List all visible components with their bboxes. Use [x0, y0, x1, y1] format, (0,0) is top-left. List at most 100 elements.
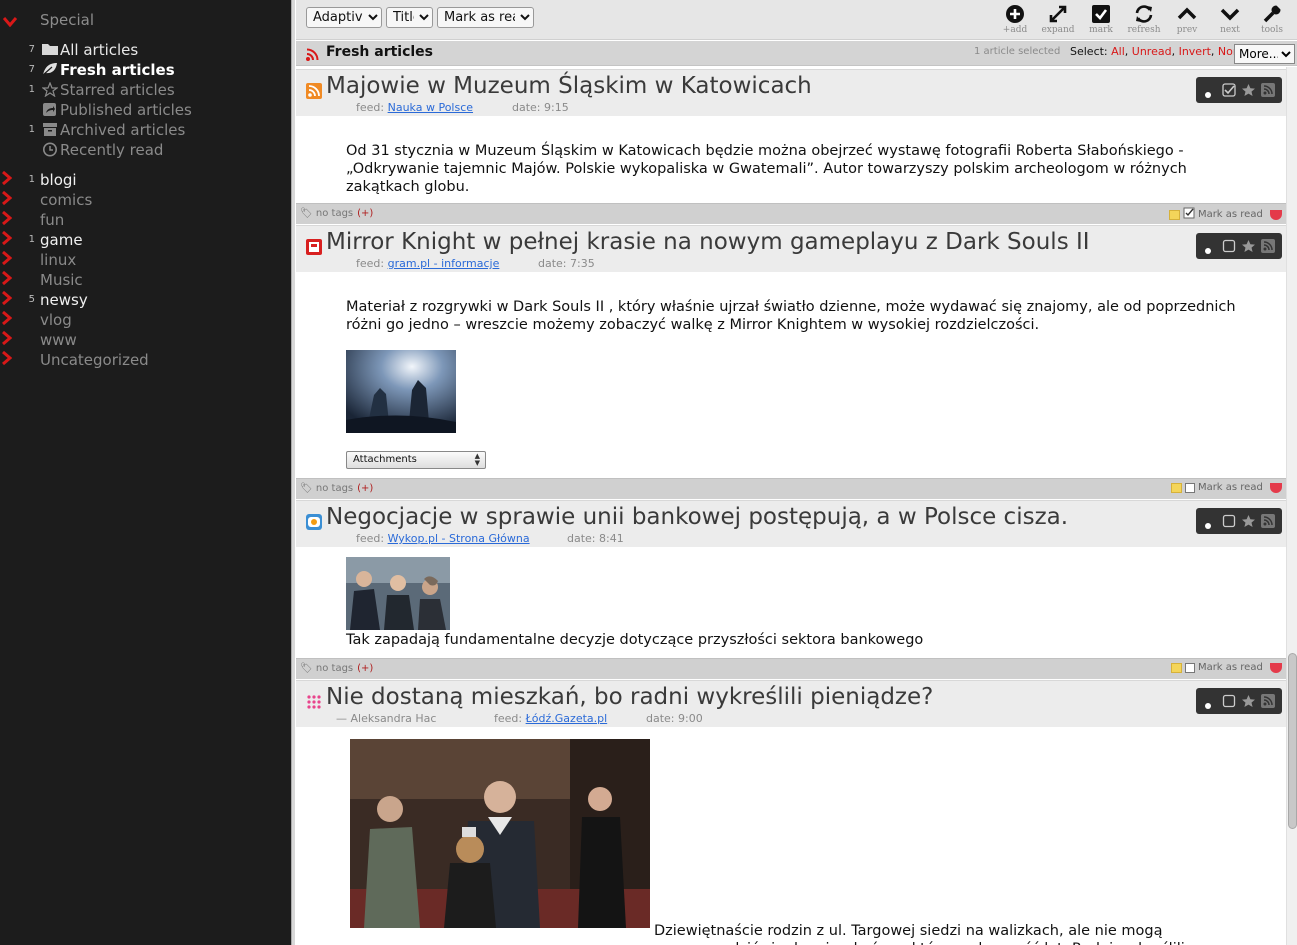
- star-icon[interactable]: [1241, 82, 1256, 101]
- category-fun[interactable]: fun: [0, 210, 291, 231]
- sidebar-item-starred-articles[interactable]: 1 Starred articles: [0, 81, 291, 101]
- dot-icon[interactable]: [1204, 695, 1212, 714]
- prev-button[interactable]: prev: [1167, 4, 1207, 38]
- article[interactable]: Mirror Knight w pełnej krasie na nowym g…: [296, 225, 1286, 500]
- attachments-select[interactable]: Attachments ▲ ▼: [346, 451, 486, 469]
- note-icon[interactable]: [1170, 482, 1182, 493]
- category-www[interactable]: www: [0, 330, 291, 351]
- clock-icon: [42, 142, 58, 158]
- articles-scrollbar[interactable]: [1286, 67, 1297, 945]
- category-newsy[interactable]: 5 newsy: [0, 290, 291, 311]
- tools-caption: tools: [1261, 25, 1283, 35]
- star-icon[interactable]: [1241, 513, 1256, 532]
- chevron-down-icon[interactable]: [2, 13, 18, 31]
- chevron-right-icon[interactable]: [2, 270, 13, 289]
- article-image[interactable]: [346, 350, 456, 433]
- select-all-link[interactable]: All: [1111, 45, 1125, 58]
- category-music[interactable]: Music: [0, 270, 291, 291]
- share-icon[interactable]: [1261, 513, 1275, 532]
- scrollbar-thumb[interactable]: [1288, 653, 1297, 829]
- mark-as-read-link[interactable]: Mark as read: [1198, 209, 1263, 220]
- pocket-icon[interactable]: [1270, 662, 1282, 673]
- view-mode-select[interactable]: Adaptive: [306, 7, 382, 28]
- share-icon[interactable]: [1261, 238, 1275, 257]
- mark-as-read-link[interactable]: Mark as read: [1198, 662, 1263, 673]
- article-title[interactable]: Majowie w Muzeum Śląskim w Katowicach: [326, 73, 812, 99]
- sidebar-item-archived-articles[interactable]: 1 Archived articles: [0, 121, 291, 141]
- dot-icon[interactable]: [1204, 515, 1212, 534]
- sidebar-item-recently-read[interactable]: Recently read: [0, 141, 291, 161]
- share-icon[interactable]: [1261, 82, 1275, 101]
- feed-link[interactable]: Łódź.Gazeta.pl: [526, 712, 608, 725]
- chevron-right-icon[interactable]: [2, 250, 13, 269]
- add-tag-link[interactable]: (+): [357, 663, 373, 674]
- article-title[interactable]: Nie dostaną mieszkań, bo radni wykreślil…: [326, 684, 933, 710]
- category-comics[interactable]: comics: [0, 190, 291, 211]
- sidebar-item-all-articles[interactable]: 7 All articles: [0, 41, 291, 61]
- add-tag-link[interactable]: (+): [357, 483, 373, 494]
- add-tag-link[interactable]: (+): [357, 208, 373, 219]
- article[interactable]: Majowie w Muzeum Śląskim w Katowicach fe…: [296, 69, 1286, 226]
- checkbox-icon[interactable]: [1222, 513, 1236, 532]
- checkbox-checked-icon[interactable]: [1183, 207, 1195, 222]
- dot-icon[interactable]: [1204, 84, 1212, 103]
- category-game[interactable]: 1 game: [0, 230, 291, 251]
- refresh-button[interactable]: refresh: [1124, 4, 1164, 38]
- article-title[interactable]: Negocjacje w sprawie unii bankowej postę…: [326, 504, 1068, 530]
- pocket-icon[interactable]: [1270, 209, 1282, 220]
- article[interactable]: Negocjacje w sprawie unii bankowej postę…: [296, 500, 1286, 680]
- checkbox-icon[interactable]: [1222, 238, 1236, 257]
- sidebar-item-published-articles[interactable]: Published articles: [0, 101, 291, 121]
- feed-link[interactable]: gram.pl - informacje: [388, 257, 500, 270]
- sidebar-item-fresh-articles[interactable]: 7 Fresh articles: [0, 61, 291, 81]
- article-content: Tak zapadają fundamentalne decyzje dotyc…: [346, 632, 924, 648]
- article-header[interactable]: Mirror Knight w pełnej krasie na nowym g…: [296, 225, 1286, 272]
- order-by-select[interactable]: Title: [386, 7, 433, 28]
- star-icon[interactable]: [1241, 693, 1256, 712]
- category-uncategorized[interactable]: Uncategorized: [0, 350, 291, 371]
- pocket-icon[interactable]: [1270, 482, 1282, 493]
- checkbox-icon[interactable]: [1184, 662, 1195, 673]
- checkbox-icon[interactable]: [1184, 482, 1195, 493]
- article-image[interactable]: [346, 557, 450, 630]
- share-icon[interactable]: [1261, 693, 1275, 712]
- chevron-right-icon[interactable]: [2, 210, 13, 229]
- chevron-right-icon[interactable]: [2, 330, 13, 349]
- article-title[interactable]: Mirror Knight w pełnej krasie na nowym g…: [326, 229, 1090, 255]
- expand-button[interactable]: expand: [1038, 4, 1078, 38]
- checkbox-icon[interactable]: [1222, 693, 1236, 712]
- articles-pane[interactable]: Majowie w Muzeum Śląskim w Katowicach fe…: [296, 67, 1286, 945]
- select-unread-link[interactable]: Unread: [1132, 45, 1172, 58]
- chevron-right-icon[interactable]: [2, 310, 13, 329]
- article[interactable]: Nie dostaną mieszkań, bo radni wykreślil…: [296, 680, 1286, 945]
- mark-button[interactable]: mark: [1081, 4, 1121, 38]
- category-blogi[interactable]: 1 blogi: [0, 170, 291, 191]
- more-select[interactable]: More...: [1234, 44, 1295, 64]
- mark-as-read-link[interactable]: Mark as read: [1198, 482, 1263, 493]
- article-header[interactable]: Negocjacje w sprawie unii bankowej postę…: [296, 500, 1286, 547]
- article-header[interactable]: Nie dostaną mieszkań, bo radni wykreślil…: [296, 680, 1286, 727]
- note-icon[interactable]: [1168, 209, 1180, 220]
- checkbox-checked-icon[interactable]: [1222, 82, 1236, 101]
- pane-splitter[interactable]: [291, 0, 295, 945]
- chevron-right-icon[interactable]: [2, 290, 13, 309]
- add-button[interactable]: +add: [995, 4, 1035, 38]
- special-category[interactable]: Special: [0, 10, 291, 32]
- chevron-right-icon[interactable]: [2, 230, 13, 249]
- chevron-right-icon[interactable]: [2, 350, 13, 369]
- select-invert-link[interactable]: Invert: [1179, 45, 1211, 58]
- category-linux[interactable]: linux: [0, 250, 291, 271]
- article-header[interactable]: Majowie w Muzeum Śląskim w Katowicach fe…: [296, 69, 1286, 116]
- feed-link[interactable]: Wykop.pl - Strona Główna: [388, 532, 530, 545]
- dot-icon[interactable]: [1204, 240, 1212, 259]
- note-icon[interactable]: [1170, 662, 1182, 673]
- tools-button[interactable]: tools: [1252, 4, 1292, 38]
- chevron-right-icon[interactable]: [2, 170, 13, 189]
- star-icon[interactable]: [1241, 238, 1256, 257]
- action-select[interactable]: Mark as read: [437, 7, 534, 28]
- chevron-right-icon[interactable]: [2, 190, 13, 209]
- feed-link[interactable]: Nauka w Polsce: [388, 101, 473, 114]
- next-button[interactable]: next: [1210, 4, 1250, 38]
- category-vlog[interactable]: vlog: [0, 310, 291, 331]
- article-image[interactable]: [350, 739, 650, 928]
